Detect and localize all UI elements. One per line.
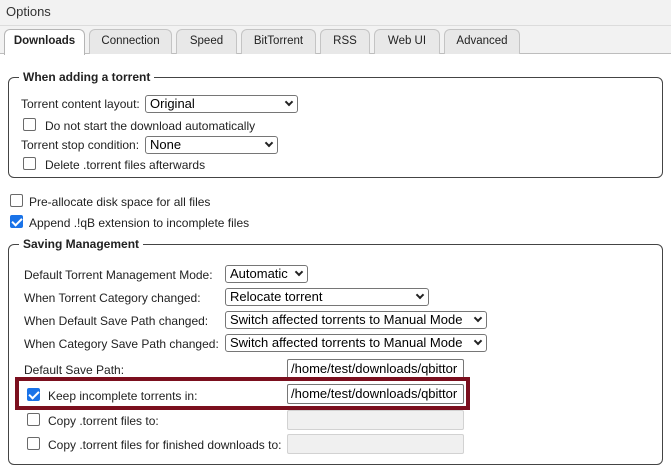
adding-torrent-legend: When adding a torrent [23, 70, 151, 84]
tab-strip: Downloads Connection Speed BitTorrent RS… [0, 26, 671, 55]
tab-connection[interactable]: Connection [89, 29, 172, 54]
category-changed-value: Relocate torrent [230, 289, 323, 304]
stop-condition-label: Torrent stop condition: [21, 138, 140, 152]
delete-torrent-files-label: Delete .torrent files afterwards [45, 158, 206, 172]
no-start-checkbox[interactable] [23, 118, 36, 131]
category-changed-label: When Torrent Category changed: [24, 291, 201, 305]
tab-speed[interactable]: Speed [176, 29, 237, 54]
chevron-down-icon [473, 313, 483, 323]
keep-incomplete-label: Keep incomplete torrents in: [48, 389, 198, 403]
content-layout-value: Original [150, 96, 195, 111]
category-path-changed-select[interactable]: Switch affected torrents to Manual Mode [225, 334, 487, 352]
content-layout-select[interactable]: Original [145, 95, 298, 113]
saving-management-legend: Saving Management [23, 237, 140, 251]
append-extension-label: Append .!qB extension to incomplete file… [29, 216, 250, 230]
chevron-down-icon [284, 97, 294, 107]
chevron-down-icon [473, 336, 483, 346]
management-mode-select[interactable]: Automatic [225, 265, 308, 283]
category-path-changed-label: When Category Save Path changed: [24, 337, 219, 351]
tab-advanced[interactable]: Advanced [444, 29, 520, 54]
category-path-changed-value: Switch affected torrents to Manual Mode [230, 335, 463, 350]
stop-condition-select[interactable]: None [145, 136, 278, 154]
copy-torrent-path-input[interactable] [287, 410, 464, 430]
default-save-path-label: Default Save Path: [24, 363, 125, 377]
tab-downloads[interactable]: Downloads [4, 29, 85, 55]
preallocate-checkbox[interactable] [10, 194, 23, 207]
default-save-path-input[interactable]: /home/test/downloads/qbittor [287, 359, 464, 379]
copy-torrent-checkbox[interactable] [27, 413, 40, 426]
chevron-down-icon [294, 267, 304, 277]
append-extension-checkbox[interactable] [10, 215, 23, 228]
default-path-changed-value: Switch affected torrents to Manual Mode [230, 312, 463, 327]
content-layout-label: Torrent content layout: [21, 97, 140, 111]
management-mode-label: Default Torrent Management Mode: [24, 268, 213, 282]
window-title: Options [6, 4, 51, 19]
default-path-changed-select[interactable]: Switch affected torrents to Manual Mode [225, 311, 487, 329]
keep-incomplete-checkbox[interactable] [27, 388, 40, 401]
chevron-down-icon [415, 290, 425, 300]
copy-finished-path-input[interactable] [287, 434, 464, 454]
default-path-changed-label: When Default Save Path changed: [24, 314, 209, 328]
stop-condition-value: None [150, 137, 182, 152]
chevron-down-icon [264, 138, 274, 148]
delete-torrent-files-checkbox[interactable] [23, 157, 36, 170]
keep-incomplete-path-input[interactable]: /home/test/downloads/qbittor [287, 384, 464, 404]
tab-bittorrent[interactable]: BitTorrent [241, 29, 316, 54]
options-title-bar: Options [0, 0, 671, 26]
copy-finished-checkbox[interactable] [27, 437, 40, 450]
copy-finished-label: Copy .torrent files for finished downloa… [48, 438, 282, 452]
tab-rss[interactable]: RSS [320, 29, 370, 54]
management-mode-value: Automatic [230, 266, 288, 281]
copy-torrent-label: Copy .torrent files to: [48, 414, 159, 428]
no-start-label: Do not start the download automatically [45, 119, 256, 133]
preallocate-label: Pre-allocate disk space for all files [29, 195, 211, 209]
tab-web-ui[interactable]: Web UI [374, 29, 440, 54]
category-changed-select[interactable]: Relocate torrent [225, 288, 429, 306]
